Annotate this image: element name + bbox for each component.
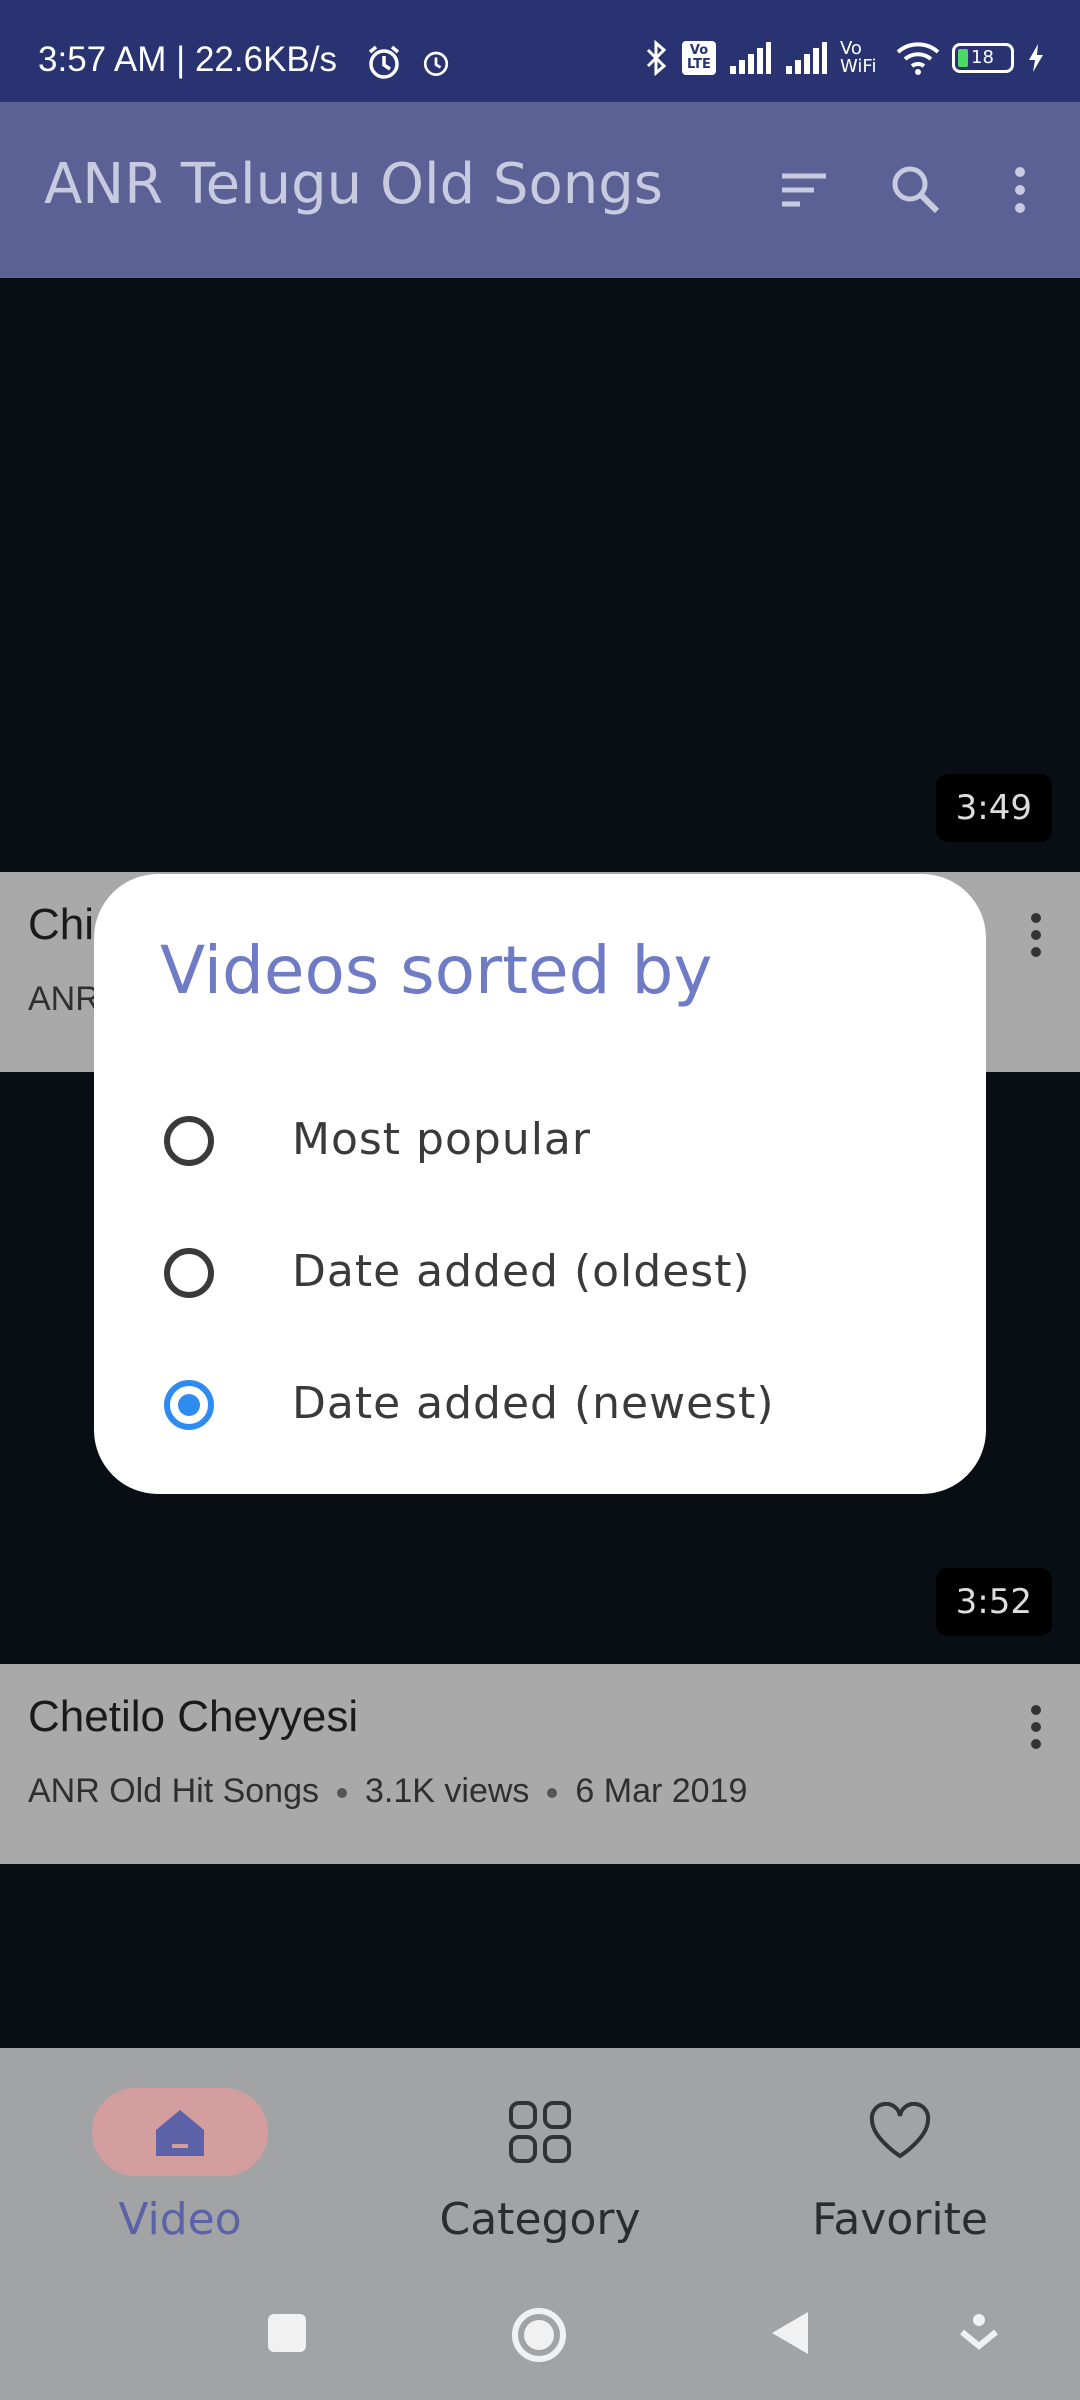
- nav-favorite[interactable]: Favorite: [750, 2088, 1050, 2245]
- dialog-title: Videos sorted by: [160, 932, 713, 1009]
- video-thumbnail[interactable]: 3:49: [0, 278, 1080, 872]
- signal-icon: [730, 42, 771, 74]
- nav-label: Video: [118, 2194, 242, 2245]
- video-card[interactable]: Chetilo Cheyyesi ANR Old Hit Songs 3.1K v…: [0, 1664, 1080, 1864]
- duration-badge: 3:52: [935, 1568, 1052, 1636]
- status-icons: Vo LTE Vo WiFi 18: [644, 38, 1046, 78]
- nav-label: Category: [439, 2194, 641, 2245]
- signal-icon-2: [786, 42, 827, 74]
- sort-icon[interactable]: [774, 160, 834, 220]
- view-count: 3.1K views: [365, 1772, 530, 1810]
- status-time-speed: 3:57 AM | 22.6KB/s: [38, 40, 337, 79]
- more-vert-icon[interactable]: [1026, 910, 1046, 960]
- heart-icon: [869, 2102, 931, 2159]
- home-button-icon[interactable]: [510, 2306, 568, 2364]
- battery-icon: 18: [952, 43, 1014, 73]
- app-bar: ANR Telugu Old Songs: [0, 102, 1080, 278]
- duration-badge: 3:49: [935, 774, 1052, 842]
- system-navigation-bar: [0, 2258, 1080, 2400]
- grid-icon: [509, 2101, 571, 2163]
- bluetooth-icon: [646, 39, 667, 77]
- sort-option-date-oldest[interactable]: Date added (oldest): [94, 1216, 986, 1336]
- channel-name: ANR Old Hit Songs: [28, 1772, 319, 1810]
- recents-icon[interactable]: [266, 2312, 308, 2354]
- nav-video[interactable]: Video: [30, 2088, 330, 2245]
- status-bar: 3:57 AM | 22.6KB/s Vo LTE Vo WiFi 18: [0, 0, 1080, 102]
- video-meta: ANR: [28, 980, 100, 1018]
- more-vert-icon[interactable]: [1000, 160, 1040, 220]
- nav-category[interactable]: Category: [390, 2088, 690, 2245]
- option-label: Date added (newest): [292, 1378, 775, 1429]
- bottom-navigation: Video Category Favorite: [0, 2048, 1080, 2258]
- home-icon: [156, 2110, 204, 2156]
- alarm-icon: [368, 45, 400, 79]
- back-icon[interactable]: [768, 2308, 812, 2358]
- assist-icon[interactable]: [958, 2312, 1000, 2356]
- sort-option-most-popular[interactable]: Most popular: [94, 1084, 986, 1204]
- option-label: Most popular: [292, 1114, 591, 1165]
- wifi-icon: [896, 42, 940, 75]
- battery-level: 18: [971, 47, 994, 68]
- option-label: Date added (oldest): [292, 1246, 751, 1297]
- vowifi-label: Vo WiFi: [840, 38, 877, 77]
- charging-icon: [1029, 44, 1043, 72]
- video-title: Chi: [28, 900, 95, 949]
- app-title: ANR Telugu Old Songs: [44, 152, 663, 217]
- video-thumbnail[interactable]: [0, 1864, 1080, 2048]
- nav-active-indicator: [92, 2088, 268, 2176]
- video-title: Chetilo Cheyyesi: [28, 1692, 359, 1741]
- upload-date: 6 Mar 2019: [575, 1772, 748, 1810]
- nav-label: Favorite: [812, 2194, 988, 2245]
- alarm-outline-icon: [423, 51, 449, 76]
- volte-badge: Vo LTE: [682, 41, 716, 75]
- separator-dot: [547, 1788, 558, 1799]
- sort-dialog: Videos sorted by Most popular Date added…: [94, 874, 986, 1494]
- more-vert-icon[interactable]: [1026, 1702, 1046, 1752]
- sort-option-date-newest[interactable]: Date added (newest): [94, 1348, 986, 1468]
- separator-dot: [337, 1788, 347, 1799]
- video-meta: ANR Old Hit Songs 3.1K views 6 Mar 2019: [28, 1772, 747, 1811]
- radio-button[interactable]: [164, 1248, 214, 1298]
- radio-button[interactable]: [164, 1116, 214, 1166]
- search-icon[interactable]: [886, 160, 946, 220]
- radio-button-selected[interactable]: [164, 1380, 214, 1430]
